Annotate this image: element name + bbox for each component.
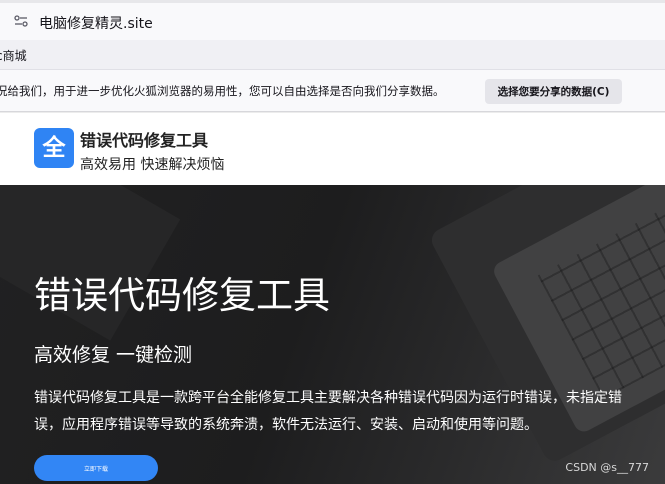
app-logo[interactable]: 全 xyxy=(34,128,74,168)
url-text[interactable]: 电脑修复精灵.site xyxy=(39,13,153,33)
hero-description: 错误代码修复工具是一款跨平台全能修复工具主要解决各种错误代码因为运行时错误，未指… xyxy=(34,390,622,433)
notice-text: 况给我们，用于进一步优化火狐浏览器的易用性，您可以自由选择是否向我们分享数据。 xyxy=(0,84,445,98)
connection-info-icon[interactable] xyxy=(14,15,28,27)
brand-name[interactable]: 错误代码修复工具 xyxy=(80,127,208,151)
hero-subtitle: 高效修复 一键检测 xyxy=(34,344,193,366)
bookmarks-toolbar: c商城 xyxy=(0,40,665,70)
data-sharing-notice: 况给我们，用于进一步优化火狐浏览器的易用性，您可以自由选择是否向我们分享数据。 … xyxy=(0,70,665,112)
hero-title: 错误代码修复工具 xyxy=(34,274,330,317)
choose-data-button[interactable]: 选择您要分享的数据(C) xyxy=(485,79,622,104)
site-header: 全 错误代码修复工具 高效易用 快速解决烦恼 xyxy=(0,112,665,185)
hero-banner: 错误代码修复工具 高效修复 一键检测 错误代码修复工具是一款跨平台全能修复工具主… xyxy=(0,185,665,484)
download-button[interactable]: 立即下载 xyxy=(34,455,158,481)
watermark: CSDN @s__777 xyxy=(565,461,649,474)
brand-tagline: 高效易用 快速解决烦恼 xyxy=(80,157,225,173)
url-bar[interactable]: 电脑修复精灵.site xyxy=(0,0,665,40)
bookmark-item[interactable]: c商城 xyxy=(0,47,27,64)
